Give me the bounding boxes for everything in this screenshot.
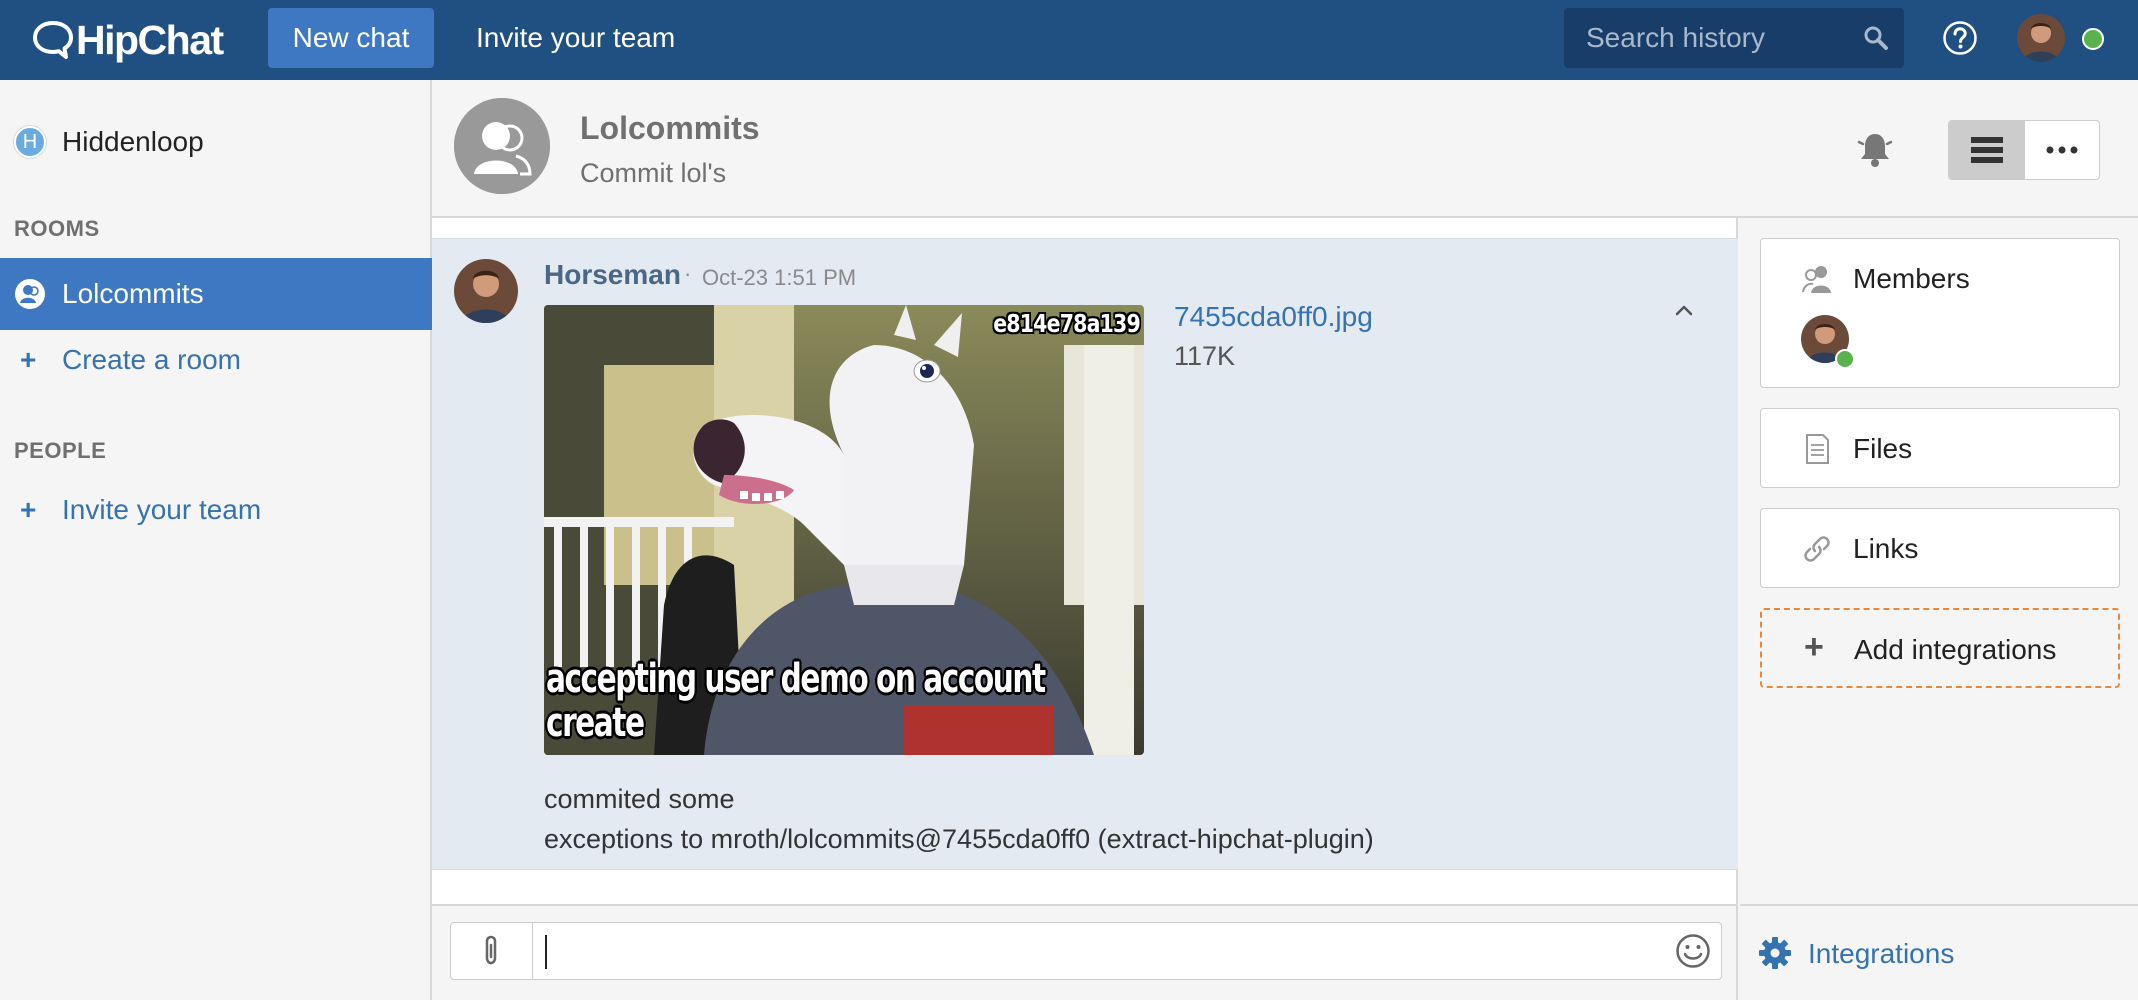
logo-text: HipChat xyxy=(76,16,224,63)
new-chat-button[interactable]: New chat xyxy=(268,8,434,68)
room-header: Lolcommits Commit lol's xyxy=(432,80,2138,218)
collapse-icon[interactable] xyxy=(1672,299,1696,323)
separator: · xyxy=(684,261,692,286)
team-badge: H xyxy=(14,126,46,158)
room-topic[interactable]: Commit lol's xyxy=(580,158,726,189)
status-indicator[interactable] xyxy=(2082,28,2104,50)
members-label: Members xyxy=(1853,263,1970,294)
list-view-icon xyxy=(1970,137,2003,163)
view-toggle xyxy=(1948,120,2100,180)
message-composer[interactable] xyxy=(450,922,1722,980)
message-line: exceptions to mroth/lolcommits@7455cda0f… xyxy=(544,824,1374,854)
bell-icon[interactable] xyxy=(1857,130,1893,170)
message-text: commited some exceptions to mroth/lolcom… xyxy=(544,779,1374,859)
plus-icon: + xyxy=(20,344,37,375)
right-panel: Members Files Links + Add integrations xyxy=(1740,218,2138,1000)
links-label: Links xyxy=(1853,533,1919,564)
members-icon xyxy=(1802,266,1831,293)
file-link[interactable]: 7455cda0ff0.jpg xyxy=(1174,301,1373,333)
chat-area[interactable]: Horseman · Oct-23 1:51 PM e814e78a139 ac… xyxy=(432,218,1738,904)
room-avatar xyxy=(454,98,550,194)
image-caption-bottom: accepting user demo on account create xyxy=(546,657,1138,745)
integrations-link[interactable]: Integrations xyxy=(1740,904,2138,1000)
invite-team-sidebar-link[interactable]: + Invite your team xyxy=(20,494,261,526)
attached-image[interactable]: e814e78a139 accepting user demo on accou… xyxy=(544,305,1144,755)
room-title: Lolcommits xyxy=(580,110,760,146)
invite-team-link[interactable]: Invite your team xyxy=(476,8,675,68)
sender-name[interactable]: Horseman xyxy=(544,259,681,291)
hipchat-logo[interactable]: HipChat xyxy=(30,12,224,68)
top-bar: HipChat New chat Invite your team xyxy=(0,0,2138,80)
people-heading: PEOPLE xyxy=(14,438,107,463)
user-avatar[interactable] xyxy=(2017,14,2065,62)
help-icon[interactable] xyxy=(1942,20,1978,56)
invite-team-label: Invite your team xyxy=(62,494,262,525)
rooms-heading: ROOMS xyxy=(14,216,100,241)
integrations-label: Integrations xyxy=(1808,938,1955,969)
message-line: commited some xyxy=(544,784,735,814)
create-room-link[interactable]: + Create a room xyxy=(20,344,241,376)
files-card[interactable]: Files xyxy=(1760,408,2120,488)
more-button[interactable] xyxy=(2024,121,2099,179)
files-label: Files xyxy=(1853,433,1913,464)
room-icon xyxy=(15,279,45,309)
paperclip-icon xyxy=(485,935,496,965)
file-size: 117K xyxy=(1174,341,1236,371)
message-item: Horseman · Oct-23 1:51 PM e814e78a139 ac… xyxy=(432,238,1738,870)
plus-icon: + xyxy=(20,494,37,525)
list-view-button[interactable] xyxy=(1949,121,2024,179)
sidebar-item-lolcommits[interactable]: Lolcommits xyxy=(0,258,432,330)
plus-icon: + xyxy=(1804,628,1824,666)
sender-avatar[interactable] xyxy=(454,259,518,323)
search-icon[interactable] xyxy=(1862,24,1890,52)
text-caret xyxy=(545,935,547,969)
add-integrations-button[interactable]: + Add integrations xyxy=(1760,608,2120,688)
team-name: Hiddenloop xyxy=(62,126,204,157)
chat-bubble-icon xyxy=(33,21,73,59)
image-caption-line: create xyxy=(546,700,645,746)
search-input[interactable] xyxy=(1584,21,1854,55)
create-room-label: Create a room xyxy=(62,344,241,375)
message-time: Oct-23 1:51 PM xyxy=(702,265,857,290)
member-status-indicator xyxy=(1835,349,1855,369)
sidebar: H Hiddenloop ROOMS Lolcommits + Create a… xyxy=(0,80,432,1000)
smiley-icon[interactable] xyxy=(1675,933,1711,969)
file-icon xyxy=(1806,434,1829,464)
image-caption-top: e814e78a139 xyxy=(993,309,1141,338)
attach-button[interactable] xyxy=(451,923,533,979)
sidebar-item-label: Lolcommits xyxy=(62,278,204,309)
link-icon xyxy=(1804,536,1830,562)
links-card[interactable]: Links xyxy=(1760,508,2120,588)
team-item[interactable]: H Hiddenloop xyxy=(14,126,204,158)
add-integrations-label: Add integrations xyxy=(1854,634,2057,665)
message-input[interactable] xyxy=(543,931,1623,971)
image-caption-line: accepting user demo on account xyxy=(546,656,1046,702)
members-card[interactable]: Members xyxy=(1760,238,2120,388)
more-icon xyxy=(2046,146,2078,154)
gear-icon xyxy=(1759,937,1791,969)
search-box[interactable] xyxy=(1564,8,1904,68)
